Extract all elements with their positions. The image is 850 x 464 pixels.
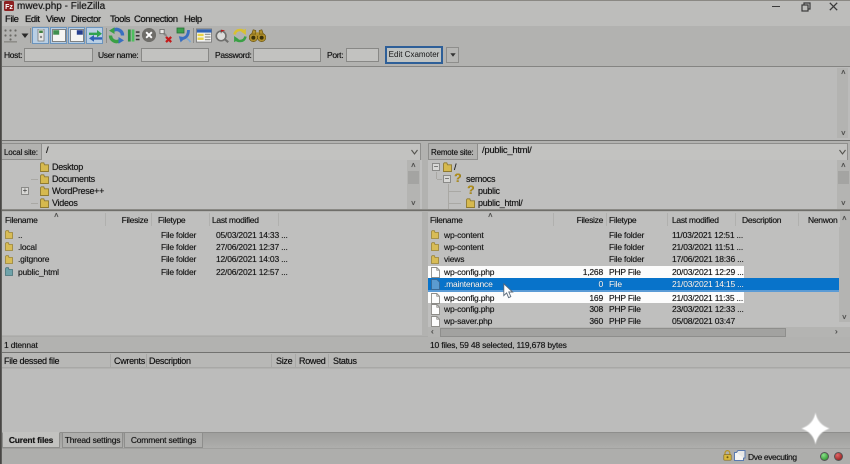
svg-text:Fz: Fz (5, 4, 13, 11)
